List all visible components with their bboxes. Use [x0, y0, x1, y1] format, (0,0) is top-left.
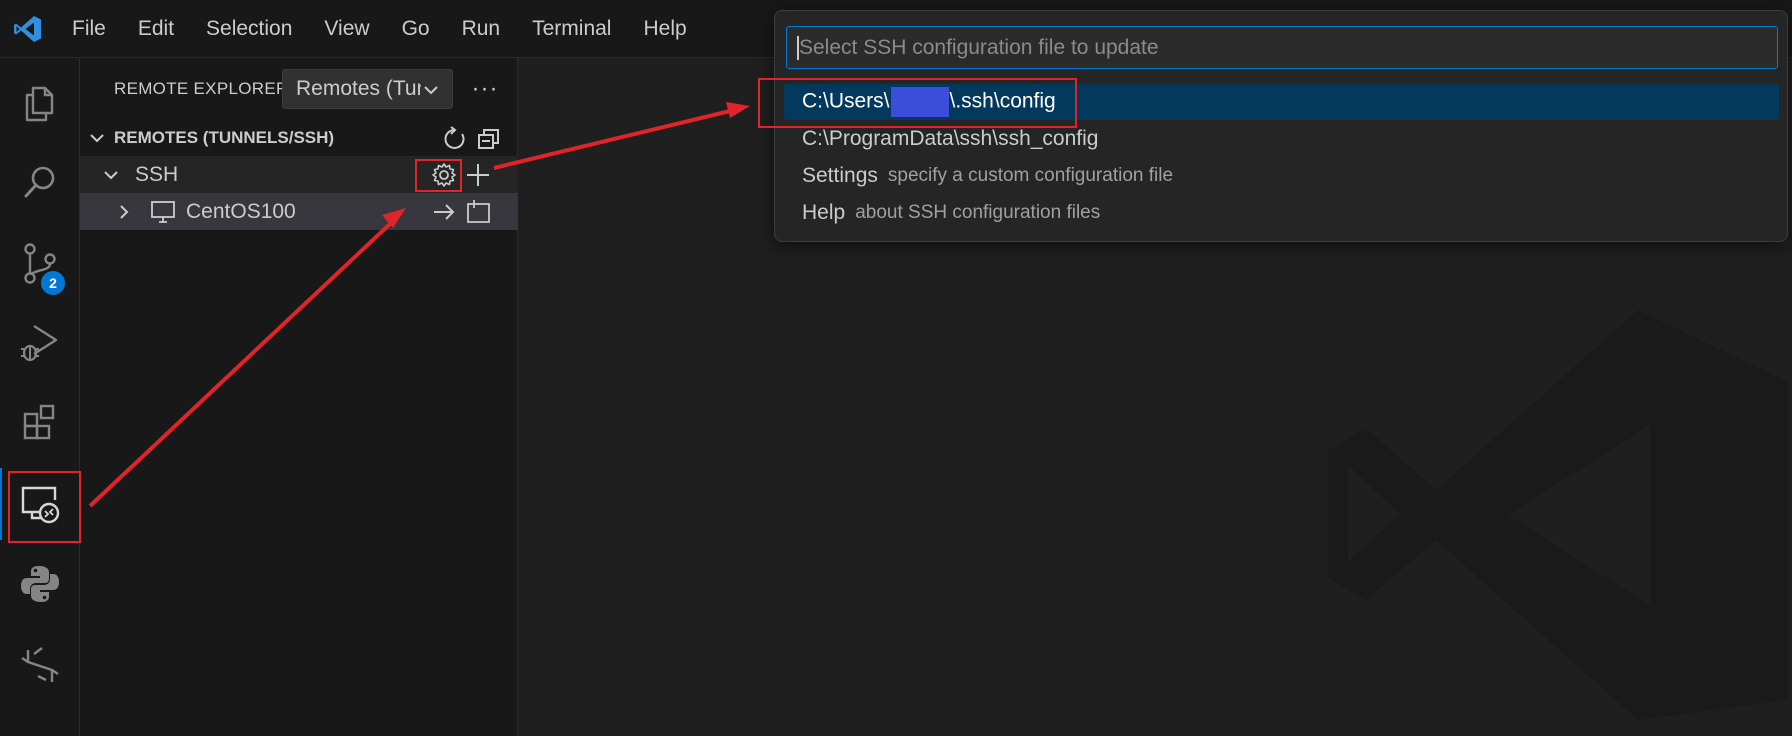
- host-label: CentOS100: [186, 199, 296, 223]
- activity-explorer[interactable]: [0, 67, 80, 139]
- extensions-icon: [23, 404, 55, 440]
- menu-view[interactable]: View: [308, 0, 385, 58]
- menu-bar: File Edit Selection View Go Run Terminal…: [56, 0, 703, 58]
- connect-current-window-button[interactable]: [430, 198, 458, 226]
- activity-bar: 2: [0, 58, 80, 736]
- activity-extensions[interactable]: [0, 386, 80, 458]
- collapse-all-button[interactable]: [474, 124, 504, 154]
- vscode-logo-icon: [0, 0, 56, 58]
- refresh-button[interactable]: [440, 124, 470, 154]
- quick-pick-placeholder: Select SSH configuration file to update: [799, 35, 1159, 59]
- python-icon: [21, 566, 59, 602]
- sidebar-header: REMOTE EXPLORER Remotes (Tunnels/SSH) ··…: [80, 58, 518, 120]
- activity-testing[interactable]: [0, 628, 80, 700]
- menu-help[interactable]: Help: [627, 0, 702, 58]
- monitor-icon: [151, 201, 175, 223]
- vscode-window: File Edit Selection View Go Run Terminal…: [0, 0, 1792, 736]
- vscode-watermark-icon: [1328, 310, 1788, 720]
- menu-selection[interactable]: Selection: [190, 0, 308, 58]
- activity-run-debug[interactable]: [0, 306, 80, 378]
- annotation-box-gear: [415, 159, 462, 192]
- quick-pick-item-settings[interactable]: Settings specify a custom configuration …: [784, 158, 1779, 194]
- more-actions-button[interactable]: ···: [465, 69, 505, 109]
- activity-python[interactable]: [0, 548, 80, 620]
- quick-pick-item-help[interactable]: Help about SSH configuration files: [784, 195, 1779, 231]
- host-row[interactable]: CentOS100: [80, 193, 518, 230]
- collapse-all-icon: [478, 129, 499, 149]
- quick-pick-item-description: about SSH configuration files: [855, 202, 1101, 223]
- menu-terminal[interactable]: Terminal: [516, 0, 627, 58]
- remotes-dropdown-value: Remotes (Tunnels/SSH): [296, 77, 421, 100]
- testing-icon: [21, 647, 59, 682]
- add-host-button[interactable]: [464, 161, 492, 189]
- refresh-icon: [444, 126, 465, 149]
- menu-go[interactable]: Go: [386, 0, 446, 58]
- plus-icon: [467, 164, 489, 186]
- quick-pick-item-label: Help: [802, 201, 846, 224]
- menu-edit[interactable]: Edit: [122, 0, 190, 58]
- quick-pick-input[interactable]: Select SSH configuration file to update: [786, 26, 1778, 69]
- chevron-down-icon: [104, 171, 118, 180]
- sidebar-title: REMOTE EXPLORER: [114, 79, 289, 98]
- quick-pick-item-label: Settings: [802, 164, 878, 187]
- annotation-box-remote-explorer: [8, 471, 81, 543]
- remotes-dropdown[interactable]: Remotes (Tunnels/SSH): [282, 69, 453, 109]
- activity-source-control[interactable]: 2: [0, 227, 80, 299]
- quick-pick-item-description: specify a custom configuration file: [887, 165, 1174, 186]
- remotes-section-header[interactable]: REMOTES (TUNNELS/SSH): [80, 120, 518, 156]
- source-control-badge: 2: [41, 271, 65, 295]
- new-window-icon: [467, 200, 490, 223]
- chevron-down-icon: [90, 134, 104, 143]
- menu-file[interactable]: File: [56, 0, 122, 58]
- section-title: REMOTES (TUNNELS/SSH): [114, 128, 335, 147]
- explorer-icon: [25, 86, 54, 122]
- ssh-group-label: SSH: [135, 162, 179, 186]
- arrow-right-icon: [434, 204, 455, 220]
- search-icon: [24, 166, 55, 198]
- chevron-down-icon: [424, 86, 438, 95]
- menu-run[interactable]: Run: [446, 0, 517, 58]
- run-debug-icon: [21, 324, 58, 362]
- annotation-box-config-item: [758, 78, 1077, 128]
- quick-pick-item-label: C:\ProgramData\ssh\ssh_config: [802, 127, 1099, 150]
- connect-new-window-button[interactable]: [464, 198, 492, 226]
- chevron-right-icon: [120, 205, 129, 219]
- activity-search[interactable]: [0, 146, 80, 218]
